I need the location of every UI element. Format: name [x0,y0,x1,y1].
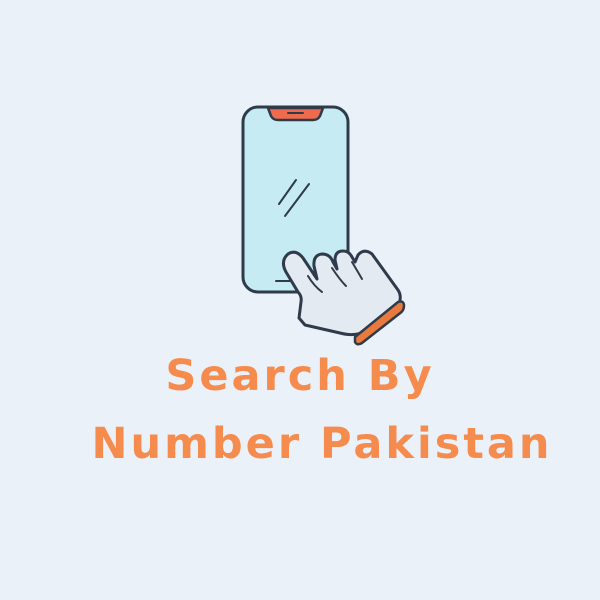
title-line-2: Number Pakistan [91,419,553,469]
phone-tap-illustration [241,105,406,346]
tapping-hand-icon [281,249,406,346]
title-line-1: Search By [165,351,435,401]
banner-canvas: Search By Number Pakistan [0,0,600,600]
